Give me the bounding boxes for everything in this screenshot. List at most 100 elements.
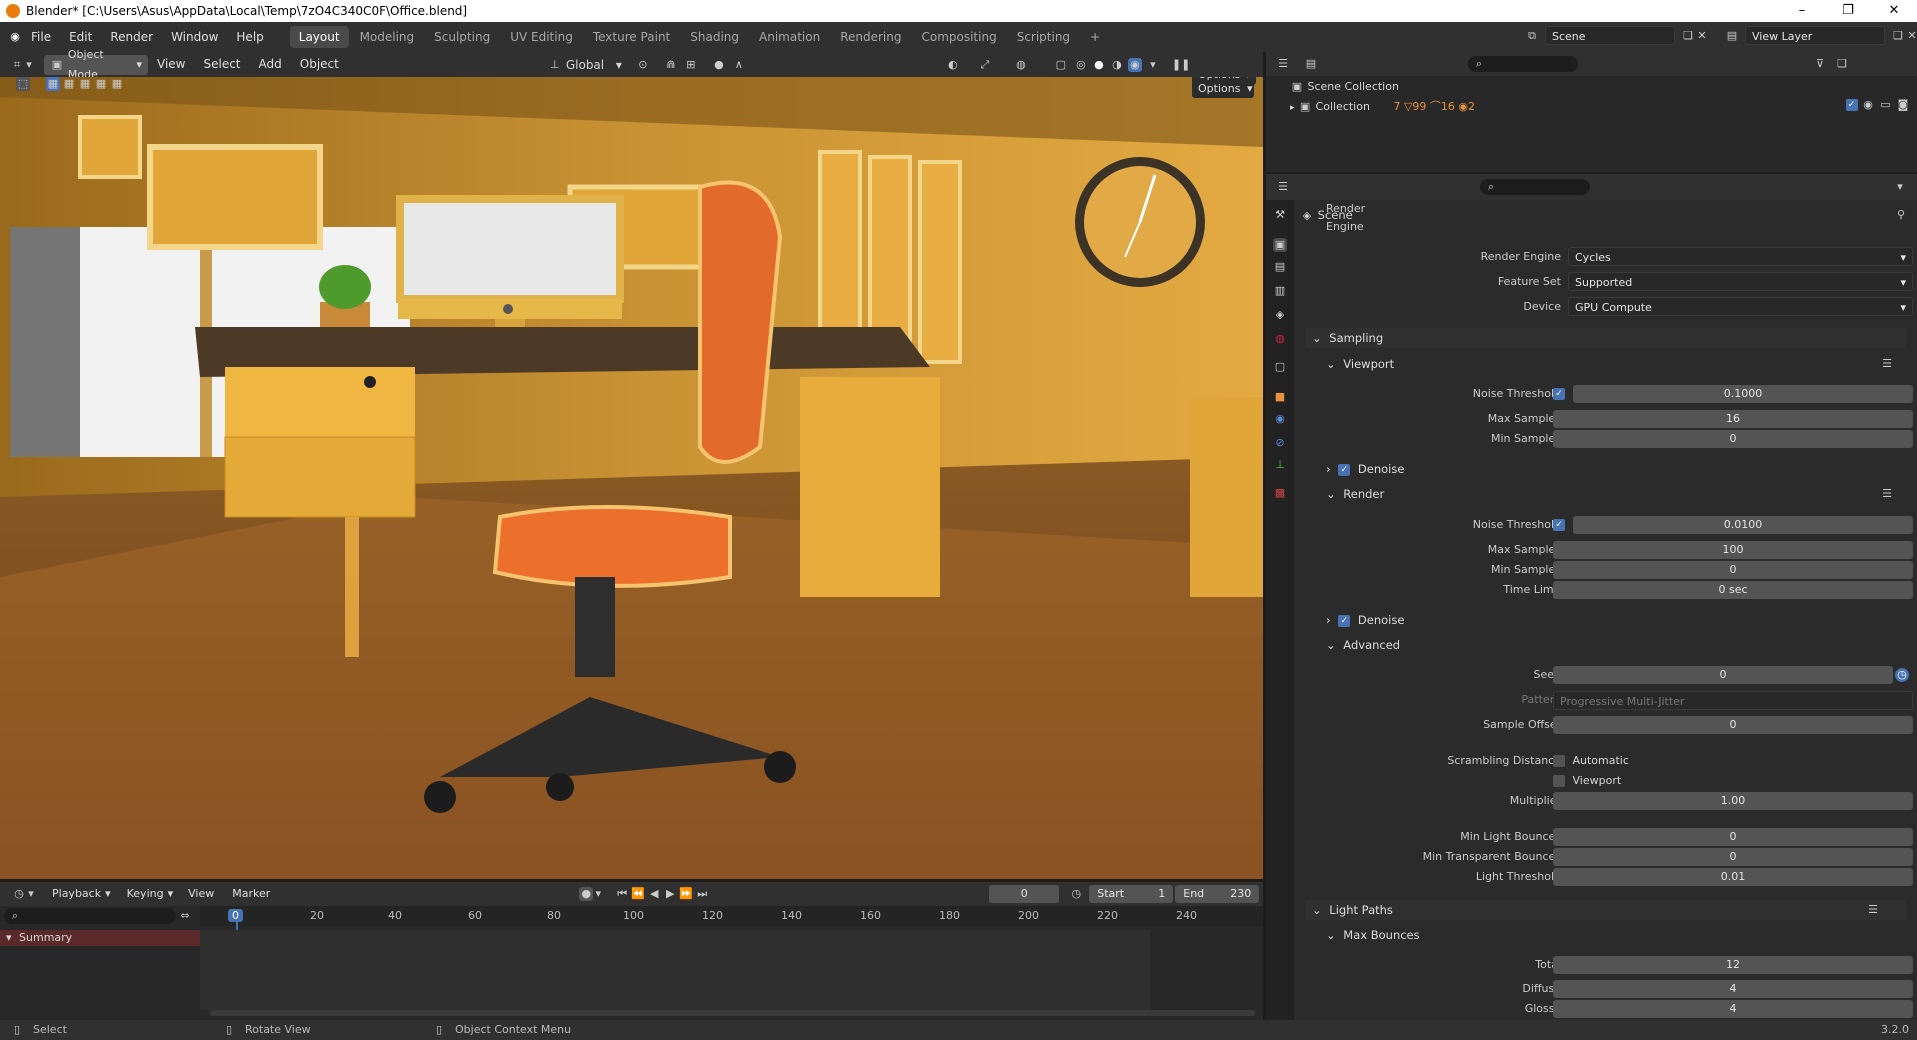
delete-view-layer-icon[interactable]: ✕ — [1905, 29, 1917, 43]
new-scene-icon[interactable]: ❏ — [1681, 29, 1695, 43]
visibility-icon[interactable]: ◐ — [946, 58, 960, 72]
tab-sculpting[interactable]: Sculpting — [425, 26, 499, 48]
chevron-down-icon[interactable]: ▾ — [616, 58, 622, 72]
collection-row[interactable]: ▸ ▣ Collection 7 ▽99 ⌒16 ◉2 ✓ ◉ ▭ ◙ — [1290, 98, 1910, 114]
glossy-bounces-field[interactable]: 4 — [1553, 1000, 1913, 1018]
frame-ruler[interactable]: 0 20 40 60 80 100 120 140 160 180 200 22… — [200, 906, 1263, 926]
vp-denoise-checkbox[interactable]: ✓ — [1338, 463, 1351, 476]
xray-icon[interactable]: ▢ — [1054, 58, 1068, 72]
diffuse-bounces-field[interactable]: 4 — [1553, 980, 1913, 998]
summary-channel[interactable]: ▾ Summary — [0, 930, 200, 946]
delete-scene-icon[interactable]: ✕ — [1695, 29, 1709, 43]
sync-icon[interactable]: ⇔ — [178, 909, 192, 923]
sampling-panel-header[interactable]: ⌄ Sampling — [1306, 328, 1906, 348]
automatic-checkbox-row[interactable]: Automatic — [1553, 752, 1629, 770]
viewport-subpanel-header[interactable]: ⌄ Viewport ☰ — [1320, 354, 1906, 374]
menu-window[interactable]: Window — [162, 22, 227, 52]
r-denoise-checkbox[interactable]: ✓ — [1338, 614, 1351, 627]
view-layer-field[interactable]: View Layer — [1745, 26, 1885, 45]
proportional-edit-icon[interactable]: ● — [712, 58, 726, 72]
new-collection-icon[interactable]: ❏ — [1835, 57, 1849, 71]
snap-icon[interactable]: ⋒ — [664, 58, 678, 72]
camera-icon[interactable]: ◙ — [1896, 98, 1910, 112]
timeline-editor[interactable]: ⌕ ⇔ ▾ Summary 0 20 40 60 80 100 120 140 … — [0, 906, 1263, 1020]
transform-orientation-icon[interactable]: ⊥ — [548, 58, 562, 72]
tab-modeling[interactable]: Modeling — [351, 26, 424, 48]
seed-field[interactable]: 0 — [1553, 666, 1893, 684]
timeline-view-menu[interactable]: View — [179, 882, 223, 906]
chevron-down-icon[interactable]: ▾ — [593, 887, 603, 901]
automatic-checkbox[interactable] — [1553, 755, 1565, 767]
min-transparent-bounces-field[interactable]: 0 — [1553, 848, 1913, 866]
r-noise-threshold-checkbox[interactable]: ✓ — [1553, 519, 1565, 531]
jump-start-icon[interactable]: ⏮ — [615, 887, 629, 901]
viewport-checkbox-row[interactable]: Viewport — [1553, 772, 1621, 790]
snap-target-icon[interactable]: ⊞ — [684, 58, 698, 72]
tab-texture-paint[interactable]: Texture Paint — [584, 26, 679, 48]
outliner-editor-icon[interactable]: ☰ — [1276, 57, 1290, 71]
feature-set-dropdown[interactable]: Supported ▾ — [1568, 272, 1913, 291]
scene-field[interactable]: Scene — [1545, 26, 1675, 45]
menu-view[interactable]: View — [148, 52, 194, 77]
menu-file[interactable]: File — [22, 22, 60, 52]
vp-min-samples-field[interactable]: 0 — [1553, 430, 1913, 448]
add-workspace-button[interactable]: + — [1081, 26, 1109, 48]
select-extend-icon[interactable]: ▦ — [62, 77, 76, 91]
channel-search-input[interactable]: ⌕ — [4, 908, 176, 924]
monitor-icon[interactable]: ▭ — [1879, 98, 1893, 112]
clock-icon[interactable]: ◷ — [12, 887, 26, 901]
sample-offset-field[interactable]: 0 — [1553, 716, 1913, 734]
r-noise-threshold-field[interactable]: 0.0100 — [1573, 516, 1913, 534]
maximize-button[interactable]: ❐ — [1825, 0, 1871, 22]
menu-help[interactable]: Help — [227, 22, 272, 52]
eye-icon[interactable]: ◉ — [1861, 98, 1875, 112]
gizmo-icon[interactable]: ⤢ — [978, 58, 992, 72]
animate-seed-icon[interactable]: ◷ — [1895, 668, 1909, 682]
playback-menu[interactable]: Playback ▾ — [46, 884, 117, 904]
record-icon[interactable]: ● — [579, 887, 594, 901]
wireframe-shading-icon[interactable]: ◎ — [1074, 58, 1088, 72]
scene-collection-row[interactable]: ▣ Scene Collection — [1290, 80, 1399, 94]
display-mode-icon[interactable]: ▤ — [1304, 57, 1318, 71]
shading-options-icon[interactable]: ▾ — [1146, 58, 1160, 72]
r-min-samples-field[interactable]: 0 — [1553, 561, 1913, 579]
chevron-down-icon[interactable]: ▾ — [26, 887, 36, 901]
vp-max-samples-field[interactable]: 16 — [1553, 410, 1913, 428]
keying-menu[interactable]: Keying ▾ — [120, 884, 180, 904]
device-dropdown[interactable]: GPU Compute ▾ — [1568, 297, 1913, 316]
tab-uv-editing[interactable]: UV Editing — [501, 26, 582, 48]
horizontal-scrollbar[interactable] — [210, 1010, 1255, 1016]
blender-menu-icon[interactable]: ◉ — [8, 30, 22, 44]
scene-icon[interactable]: ⧉ — [1525, 29, 1539, 43]
minimize-button[interactable]: – — [1779, 0, 1825, 22]
preview-range-icon[interactable]: ◷ — [1069, 887, 1083, 901]
exclude-checkbox[interactable]: ✓ — [1845, 99, 1858, 111]
light-paths-panel-header[interactable]: ⌄ Light Paths ☰ — [1306, 900, 1906, 920]
rendered-shading-icon[interactable]: ◉ — [1127, 57, 1142, 72]
viewport-checkbox[interactable] — [1553, 775, 1565, 787]
start-frame-field[interactable]: Start 1 — [1089, 885, 1174, 903]
tab-animation[interactable]: Animation — [750, 26, 829, 48]
time-limit-field[interactable]: 0 sec — [1553, 581, 1913, 599]
tab-scripting[interactable]: Scripting — [1008, 26, 1079, 48]
advanced-subpanel-header[interactable]: ⌄ Advanced — [1320, 635, 1906, 655]
falloff-icon[interactable]: ∧ — [732, 58, 746, 72]
vp-noise-threshold-field[interactable]: 0.1000 — [1573, 385, 1913, 403]
r-max-samples-field[interactable]: 100 — [1553, 541, 1913, 559]
editor-type-icon[interactable]: ⌗ — [10, 58, 24, 72]
multiplier-field[interactable]: 1.00 — [1553, 792, 1913, 810]
chevron-down-icon[interactable]: ▾ — [24, 58, 34, 72]
mode-dropdown[interactable]: ▣ Object Mode ▾ — [44, 48, 148, 81]
render-engine-dropdown[interactable]: Cycles ▾ — [1568, 247, 1913, 266]
tab-shading[interactable]: Shading — [681, 26, 748, 48]
select-intersect-icon[interactable]: ▦ — [110, 77, 124, 91]
menu-add[interactable]: Add — [250, 52, 291, 77]
select-subtract-icon[interactable]: ▦ — [78, 77, 92, 91]
list-icon[interactable]: ☰ — [1880, 357, 1894, 371]
pause-render-icon[interactable]: ❚❚ — [1172, 58, 1190, 72]
light-threshold-field[interactable]: 0.01 — [1553, 868, 1913, 886]
filter-icon[interactable]: ⊽ — [1813, 57, 1827, 71]
tab-compositing[interactable]: Compositing — [912, 26, 1005, 48]
prev-keyframe-icon[interactable]: ⏪ — [631, 887, 645, 901]
timeline-marker-menu[interactable]: Marker — [223, 882, 279, 906]
